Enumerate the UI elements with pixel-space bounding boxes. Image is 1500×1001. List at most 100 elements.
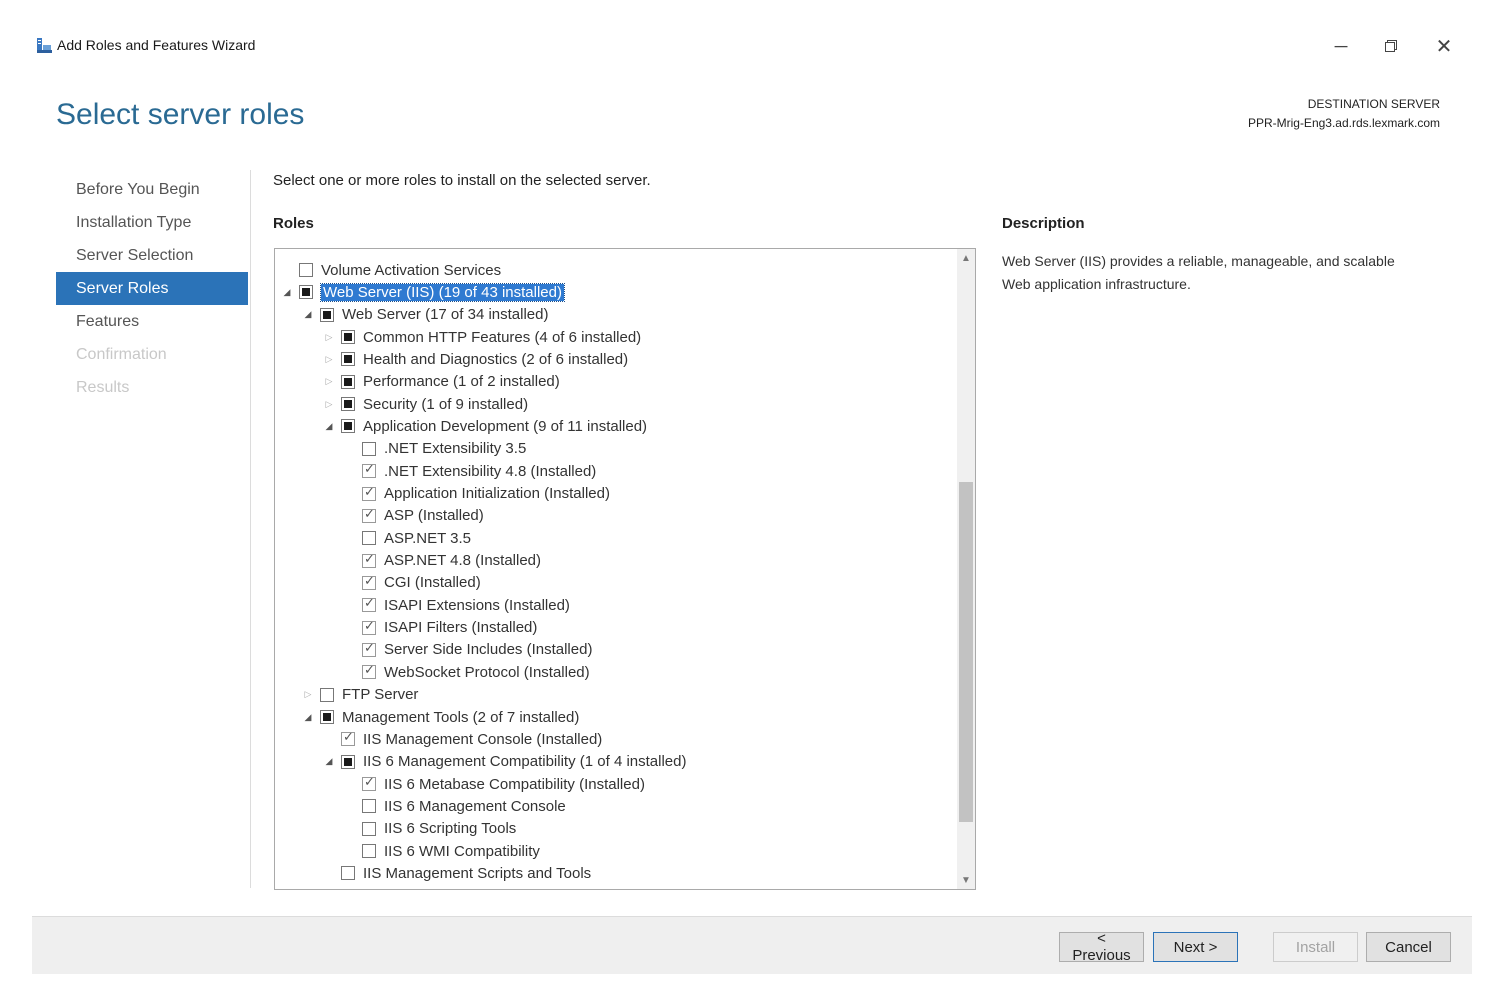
role-label[interactable]: .NET Extensibility 4.8 (Installed) xyxy=(384,463,596,480)
role-label[interactable]: IIS 6 WMI Compatibility xyxy=(384,843,540,860)
role-checkbox[interactable] xyxy=(341,397,355,412)
role-tree-item[interactable]: ◢ Application Development (9 of 11 instal… xyxy=(323,415,648,437)
cancel-button[interactable]: Cancel xyxy=(1366,932,1451,962)
role-checkbox[interactable] xyxy=(362,552,376,568)
role-label[interactable]: Volume Activation Services xyxy=(321,262,501,279)
expand-arrow-icon[interactable]: ▷ xyxy=(302,689,314,701)
role-label[interactable]: IIS Management Scripts and Tools xyxy=(363,865,591,882)
role-tree-item[interactable]: ◢ASP.NET 4.8 (Installed) xyxy=(344,550,541,572)
role-checkbox[interactable] xyxy=(362,596,376,613)
role-checkbox[interactable] xyxy=(341,374,355,389)
collapse-arrow-icon[interactable]: ◢ xyxy=(323,756,335,768)
role-label[interactable]: Web Server (IIS) (19 of 43 installed) xyxy=(320,282,565,302)
role-label[interactable]: WebSocket Protocol (Installed) xyxy=(384,664,590,681)
role-label[interactable]: .NET Extensibility 3.5 xyxy=(384,440,526,457)
role-label[interactable]: IIS Management Console (Installed) xyxy=(363,731,602,748)
role-checkbox[interactable] xyxy=(362,507,376,523)
role-label[interactable]: Security (1 of 9 installed) xyxy=(363,396,528,413)
close-button[interactable]: ✕ xyxy=(1424,32,1464,60)
role-checkbox[interactable] xyxy=(299,263,313,277)
role-label[interactable]: Performance (1 of 2 installed) xyxy=(363,373,560,390)
role-tree-item[interactable]: ◢Server Side Includes (Installed) xyxy=(344,639,592,661)
role-label[interactable]: Application Development (9 of 11 install… xyxy=(363,418,647,435)
role-checkbox[interactable] xyxy=(341,730,355,747)
role-label[interactable]: IIS 6 Management Console xyxy=(384,798,566,815)
role-label[interactable]: FTP Server xyxy=(342,686,418,703)
role-label[interactable]: IIS 6 Management Compatibility (1 of 4 i… xyxy=(363,753,687,770)
role-label[interactable]: Server Side Includes (Installed) xyxy=(384,641,592,658)
role-tree-item[interactable]: ◢CGI (Installed) xyxy=(344,572,481,594)
role-checkbox[interactable] xyxy=(362,663,376,680)
role-label[interactable]: Management Tools (2 of 7 installed) xyxy=(342,709,579,726)
role-tree-item[interactable]: ▷ FTP Server xyxy=(302,684,419,706)
role-tree-item[interactable]: ▷ Security (1 of 9 installed) xyxy=(323,393,529,415)
expand-arrow-icon[interactable]: ▷ xyxy=(323,376,335,388)
role-checkbox[interactable] xyxy=(362,531,376,546)
role-checkbox[interactable] xyxy=(341,352,355,367)
role-checkbox[interactable] xyxy=(320,710,334,724)
nav-item-features[interactable]: Features xyxy=(56,305,248,338)
collapse-arrow-icon[interactable]: ◢ xyxy=(302,309,314,321)
role-tree-item[interactable]: ◢ISAPI Filters (Installed) xyxy=(344,617,537,639)
nav-item-before-you-begin[interactable]: Before You Begin xyxy=(56,173,248,206)
role-checkbox[interactable] xyxy=(362,821,376,836)
nav-item-server-roles[interactable]: Server Roles xyxy=(56,272,248,305)
expand-arrow-icon[interactable]: ▷ xyxy=(323,398,335,410)
role-tree-item[interactable]: ◢ASP (Installed) xyxy=(344,505,484,527)
nav-item-installation-type[interactable]: Installation Type xyxy=(56,206,248,239)
role-tree-item[interactable]: ◢IIS Management Console (Installed) xyxy=(323,728,602,750)
tree-scrollbar[interactable]: ▲ ▼ xyxy=(957,249,975,889)
expand-arrow-icon[interactable]: ▷ xyxy=(323,353,335,365)
role-checkbox[interactable] xyxy=(362,799,376,814)
role-checkbox[interactable] xyxy=(320,307,334,322)
role-label[interactable]: Web Server (17 of 34 installed) xyxy=(342,306,549,323)
collapse-arrow-icon[interactable]: ◢ xyxy=(323,420,335,432)
role-checkbox[interactable] xyxy=(299,285,313,300)
role-checkbox[interactable] xyxy=(362,641,376,657)
role-label[interactable]: CGI (Installed) xyxy=(384,574,481,591)
role-label[interactable]: Application Initialization (Installed) xyxy=(384,485,610,502)
role-checkbox[interactable] xyxy=(341,330,355,345)
role-checkbox[interactable] xyxy=(362,441,376,456)
role-checkbox[interactable] xyxy=(362,775,376,792)
role-checkbox[interactable] xyxy=(341,754,355,769)
role-tree-item[interactable]: ◢ Web Server (IIS) (19 of 43 installed) xyxy=(281,281,565,303)
restore-button[interactable] xyxy=(1371,32,1411,60)
role-tree-item[interactable]: ◢Volume Activation Services xyxy=(281,259,501,281)
role-checkbox[interactable] xyxy=(341,419,355,434)
role-label[interactable]: ASP (Installed) xyxy=(384,507,484,524)
minimize-button[interactable]: ─ xyxy=(1321,32,1361,60)
role-tree-item[interactable]: ◢Application Initialization (Installed) xyxy=(344,483,610,505)
role-tree-item[interactable]: ◢IIS 6 Management Console xyxy=(344,795,566,817)
role-label[interactable]: Common HTTP Features (4 of 6 installed) xyxy=(363,329,641,346)
role-checkbox[interactable] xyxy=(362,619,376,635)
role-tree-item[interactable]: ◢IIS 6 Scripting Tools xyxy=(344,818,516,840)
role-checkbox[interactable] xyxy=(341,866,355,881)
role-tree-item[interactable]: ◢ASP.NET 3.5 xyxy=(344,527,471,549)
expand-arrow-icon[interactable]: ▷ xyxy=(323,331,335,343)
role-tree-item[interactable]: ◢ Web Server (17 of 34 installed) xyxy=(302,304,549,326)
role-checkbox[interactable] xyxy=(362,844,376,859)
role-tree-item[interactable]: ◢IIS 6 WMI Compatibility xyxy=(344,840,540,862)
scroll-down-arrow-icon[interactable]: ▼ xyxy=(957,871,975,889)
collapse-arrow-icon[interactable]: ◢ xyxy=(302,711,314,723)
previous-button[interactable]: < Previous xyxy=(1059,930,1144,964)
role-checkbox[interactable] xyxy=(362,485,376,501)
role-tree-item[interactable]: ◢ Management Tools (2 of 7 installed) xyxy=(302,706,580,728)
role-label[interactable]: ISAPI Extensions (Installed) xyxy=(384,597,570,614)
role-checkbox[interactable] xyxy=(320,687,334,702)
role-tree-item[interactable]: ◢ IIS 6 Management Compatibility (1 of 4 … xyxy=(323,751,687,773)
scroll-up-arrow-icon[interactable]: ▲ xyxy=(957,249,975,267)
next-button[interactable]: Next > xyxy=(1153,932,1238,962)
role-label[interactable]: ASP.NET 3.5 xyxy=(384,530,471,547)
role-label[interactable]: IIS 6 Scripting Tools xyxy=(384,820,516,837)
role-tree-item[interactable]: ▷ Health and Diagnostics (2 of 6 installe… xyxy=(323,348,629,370)
nav-item-server-selection[interactable]: Server Selection xyxy=(56,239,248,272)
role-tree-item[interactable]: ▷ Performance (1 of 2 installed) xyxy=(323,371,560,393)
role-tree-item[interactable]: ◢IIS Management Scripts and Tools xyxy=(323,862,591,884)
role-label[interactable]: IIS 6 Metabase Compatibility (Installed) xyxy=(384,776,645,793)
scroll-thumb[interactable] xyxy=(959,482,973,822)
role-tree-item[interactable]: ▷ Common HTTP Features (4 of 6 installed) xyxy=(323,326,642,348)
role-checkbox[interactable] xyxy=(362,574,376,590)
role-label[interactable]: Health and Diagnostics (2 of 6 installed… xyxy=(363,351,628,368)
